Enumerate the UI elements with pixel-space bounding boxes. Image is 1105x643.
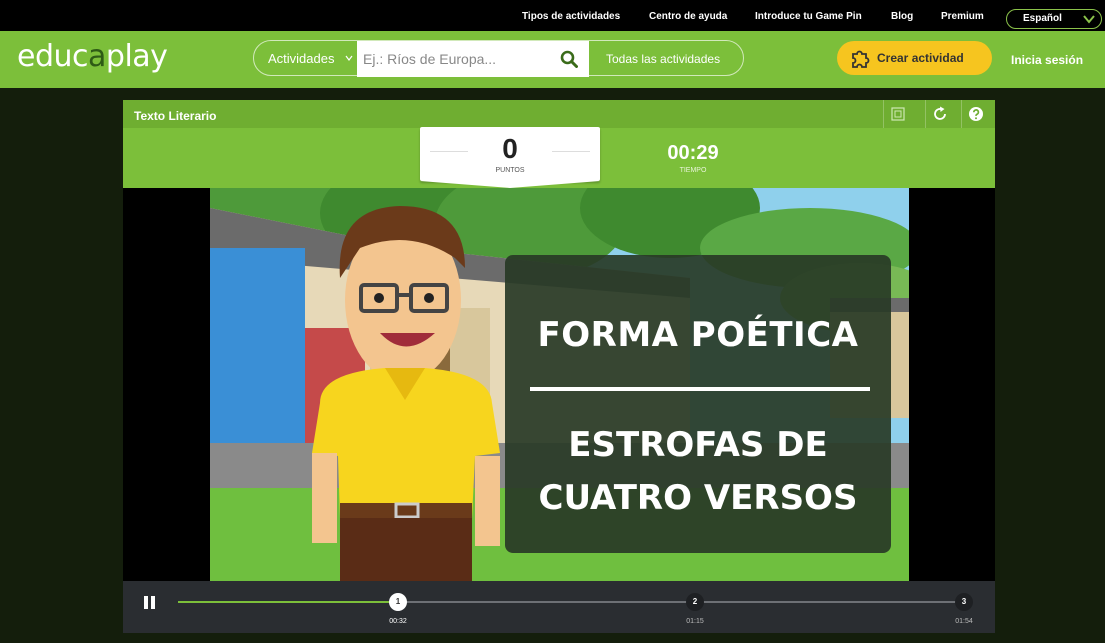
question-marker-3[interactable]: 3 xyxy=(955,593,973,611)
create-activity-label: Crear actividad xyxy=(877,51,964,65)
chevron-down-icon xyxy=(345,55,353,61)
nav-link-premium[interactable]: Premium xyxy=(941,11,984,22)
score-card: 0 PUNTOS xyxy=(420,127,600,188)
progress-fill xyxy=(178,601,399,603)
educaplay-logo[interactable]: educaplay xyxy=(17,39,168,74)
nav-link-activity-types[interactable]: Tipos de actividades xyxy=(522,11,620,22)
help-icon xyxy=(969,107,983,121)
search-icon[interactable] xyxy=(560,50,578,68)
video-controls: 1 00:32 2 01:15 3 01:54 xyxy=(123,581,995,633)
question-marker-2[interactable]: 2 xyxy=(686,593,704,611)
all-activities-link[interactable]: Todas las actividades xyxy=(606,52,720,66)
restart-button[interactable] xyxy=(925,100,953,128)
marker-time-2: 01:15 xyxy=(686,618,704,625)
video-player[interactable]: FORMA POÉTICA ESTROFAS DE CUATRO VERSOS xyxy=(210,188,909,581)
nav-link-help-center[interactable]: Centro de ayuda xyxy=(649,11,727,22)
question-marker-1[interactable]: 1 xyxy=(389,593,407,611)
marker-time-3: 01:54 xyxy=(955,618,973,625)
language-label: Español xyxy=(1023,13,1062,24)
progress-track[interactable] xyxy=(178,601,964,603)
timer-value: 00:29 xyxy=(667,142,719,164)
score-value: 0 xyxy=(502,133,518,164)
game-panel: Texto Literario 0 PUNTOS 00:29 TIEMPO FO… xyxy=(123,100,995,633)
search-bar: Actividades Todas las actividades xyxy=(253,40,744,77)
main-header: educaplay Actividades Todas las activida… xyxy=(0,31,1105,88)
video-subtitle-line: CUATRO VERSOS xyxy=(538,478,858,518)
fullscreen-icon xyxy=(891,107,905,121)
logo-text-2: a xyxy=(88,39,106,74)
search-category-select[interactable]: Actividades xyxy=(268,51,334,66)
video-title-line: FORMA POÉTICA xyxy=(537,315,859,355)
nav-link-game-pin[interactable]: Introduce tu Game Pin xyxy=(755,11,862,22)
restart-icon xyxy=(934,106,946,120)
video-title-card: FORMA POÉTICA ESTROFAS DE CUATRO VERSOS xyxy=(505,255,891,553)
title-divider xyxy=(530,387,870,391)
chevron-down-icon xyxy=(1083,15,1095,24)
game-header: Texto Literario 0 PUNTOS 00:29 TIEMPO xyxy=(123,100,995,188)
create-activity-button[interactable]: Crear actividad xyxy=(837,41,992,75)
language-selector[interactable]: Español xyxy=(1006,9,1102,29)
top-bar: Tipos de actividades Centro de ayuda Int… xyxy=(0,0,1105,31)
timer-label: TIEMPO xyxy=(679,167,707,174)
pause-button[interactable] xyxy=(144,596,158,611)
logo-text-1: educ xyxy=(17,39,89,74)
marker-time-1: 00:32 xyxy=(389,618,407,625)
nav-link-blog[interactable]: Blog xyxy=(891,11,913,22)
game-title-bar: Texto Literario xyxy=(123,100,995,128)
game-title: Texto Literario xyxy=(134,109,217,123)
score-label: PUNTOS xyxy=(495,167,525,174)
pause-icon xyxy=(151,596,155,609)
logo-text-3: play xyxy=(105,39,168,74)
puzzle-icon xyxy=(852,50,870,68)
search-input[interactable] xyxy=(363,47,543,71)
login-link[interactable]: Inicia sesión xyxy=(1011,53,1083,67)
fullscreen-button[interactable] xyxy=(883,100,911,128)
help-button[interactable] xyxy=(961,100,989,128)
pause-icon xyxy=(144,596,148,609)
search-input-box xyxy=(357,41,589,77)
video-subtitle-line: ESTROFAS DE xyxy=(568,425,828,465)
